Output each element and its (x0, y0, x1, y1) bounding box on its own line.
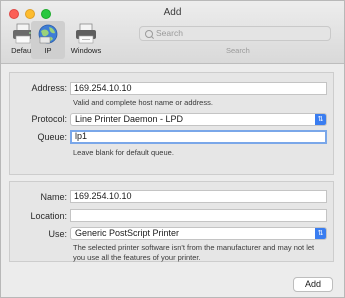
queue-label: Queue: (37, 132, 67, 142)
queue-hint: Leave blank for default queue. (73, 148, 174, 157)
protocol-value: Line Printer Daemon - LPD (75, 114, 184, 124)
chevron-updown-icon: ⇅ (315, 228, 326, 239)
use-label: Use: (48, 229, 67, 239)
use-value: Generic PostScript Printer (75, 228, 180, 238)
address-label: Address: (31, 83, 67, 93)
toolbar-windows-button[interactable]: Windows (65, 21, 107, 59)
title-bar: Add Default IP Windows Search Search (1, 1, 344, 64)
printer-network-icon (76, 23, 96, 44)
queue-field[interactable]: lp1 (70, 130, 327, 144)
protocol-label: Protocol: (31, 114, 67, 124)
location-field[interactable] (70, 209, 327, 222)
address-field[interactable]: 169.254.10.10 (70, 82, 327, 95)
toolbar-ip-label: IP (44, 46, 52, 55)
add-printer-window: Add Default IP Windows Search Search Add… (0, 0, 345, 298)
toolbar-windows-label: Windows (70, 46, 102, 55)
name-field[interactable]: 169.254.10.10 (70, 190, 327, 203)
add-button[interactable]: Add (293, 277, 333, 292)
search-icon (145, 30, 153, 38)
window-title: Add (163, 7, 182, 18)
search-caption: Search (226, 46, 250, 55)
protocol-select[interactable]: Line Printer Daemon - LPD ⇅ (70, 113, 327, 126)
chevron-updown-icon: ⇅ (315, 114, 326, 125)
globe-icon (38, 24, 58, 44)
location-label: Location: (30, 211, 67, 221)
search-placeholder: Search (156, 28, 183, 38)
address-hint: Valid and complete host name or address. (73, 98, 213, 107)
use-hint-line1: The selected printer software isn't from… (73, 243, 315, 252)
toolbar-ip-button[interactable]: IP (31, 21, 65, 59)
search-field[interactable]: Search (139, 26, 331, 41)
use-select[interactable]: Generic PostScript Printer ⇅ (70, 227, 327, 240)
use-hint-line2: you use all the features of your printer… (73, 253, 201, 262)
name-label: Name: (40, 192, 67, 202)
